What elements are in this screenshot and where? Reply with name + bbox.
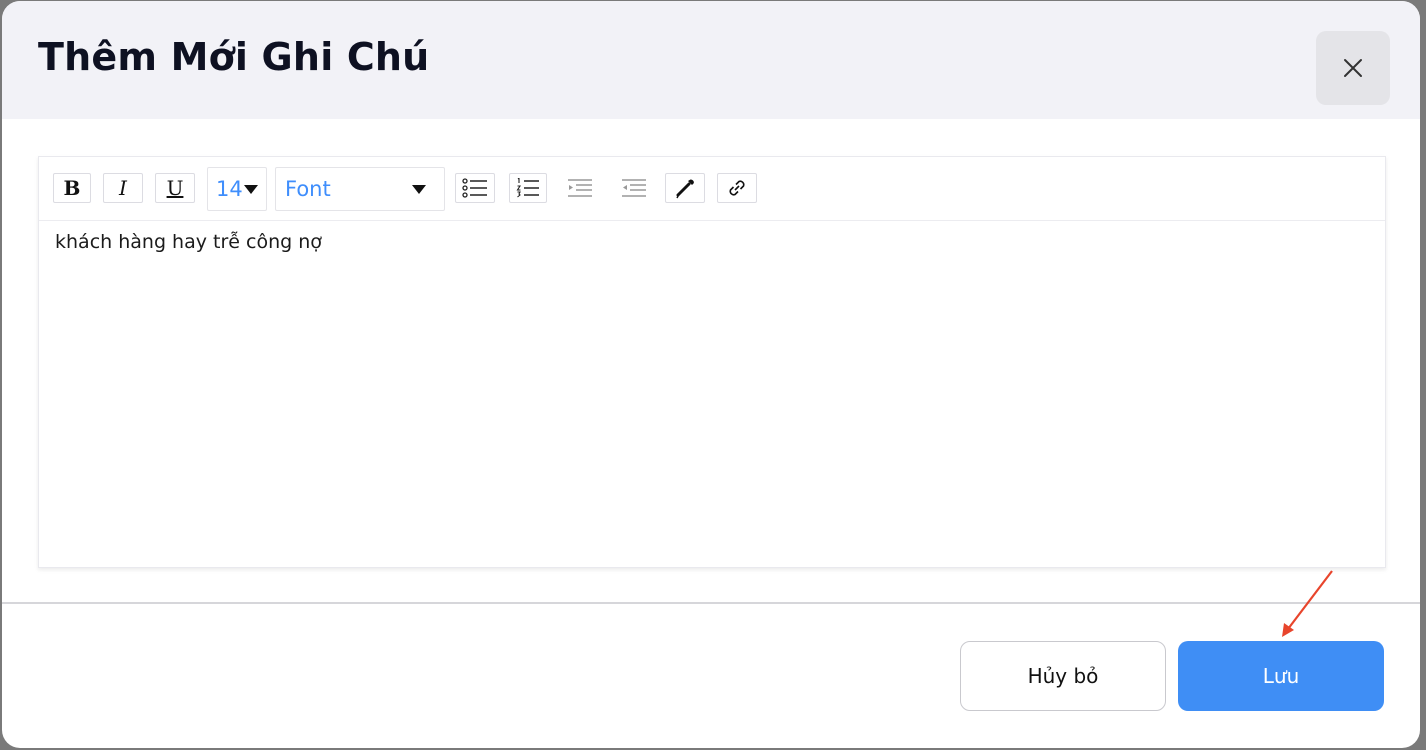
- text-color-button[interactable]: [665, 173, 705, 203]
- underline-button[interactable]: U: [155, 173, 195, 203]
- modal-title: Thêm Mới Ghi Chú: [38, 35, 430, 79]
- editor-toolbar: B I U 14 Font: [39, 157, 1385, 221]
- chevron-down-icon: [244, 185, 258, 194]
- font-family-value: Font: [285, 177, 331, 201]
- italic-button[interactable]: I: [103, 173, 143, 203]
- cancel-button[interactable]: Hủy bỏ: [960, 641, 1166, 711]
- annotation-arrow-icon: [1282, 570, 1333, 637]
- insert-link-button[interactable]: [717, 173, 757, 203]
- modal-header: Thêm Mới Ghi Chú: [2, 1, 1420, 119]
- indent-button[interactable]: [561, 173, 599, 203]
- font-size-value: 14: [216, 177, 243, 201]
- bullet-list-button[interactable]: [455, 173, 495, 203]
- text-color-icon: [676, 179, 694, 199]
- add-note-modal: Thêm Mới Ghi Chú B I U 14 Font khách hàn…: [2, 1, 1420, 748]
- chevron-down-icon: [412, 185, 426, 194]
- font-size-select[interactable]: 14: [207, 167, 267, 211]
- numbered-list-button[interactable]: [509, 173, 547, 203]
- bold-button[interactable]: B: [53, 173, 91, 203]
- outdent-button[interactable]: [615, 173, 653, 203]
- footer-divider: [2, 602, 1420, 604]
- close-icon: [1344, 59, 1362, 77]
- outdent-icon: [622, 179, 646, 197]
- close-button[interactable]: [1316, 31, 1390, 105]
- font-family-select[interactable]: Font: [275, 167, 445, 211]
- underline-label: U: [166, 176, 184, 200]
- link-icon: [729, 180, 745, 196]
- editor-content[interactable]: khách hàng hay trễ công nợ: [55, 231, 1369, 253]
- save-button[interactable]: Lưu: [1178, 641, 1384, 711]
- bullet-list-icon: [462, 178, 487, 198]
- rich-text-editor: B I U 14 Font khách hàng hay trễ công nợ: [38, 156, 1386, 568]
- numbered-list-icon: [516, 178, 539, 198]
- indent-icon: [568, 179, 592, 197]
- italic-label: I: [119, 176, 127, 200]
- bold-label: B: [63, 176, 81, 200]
